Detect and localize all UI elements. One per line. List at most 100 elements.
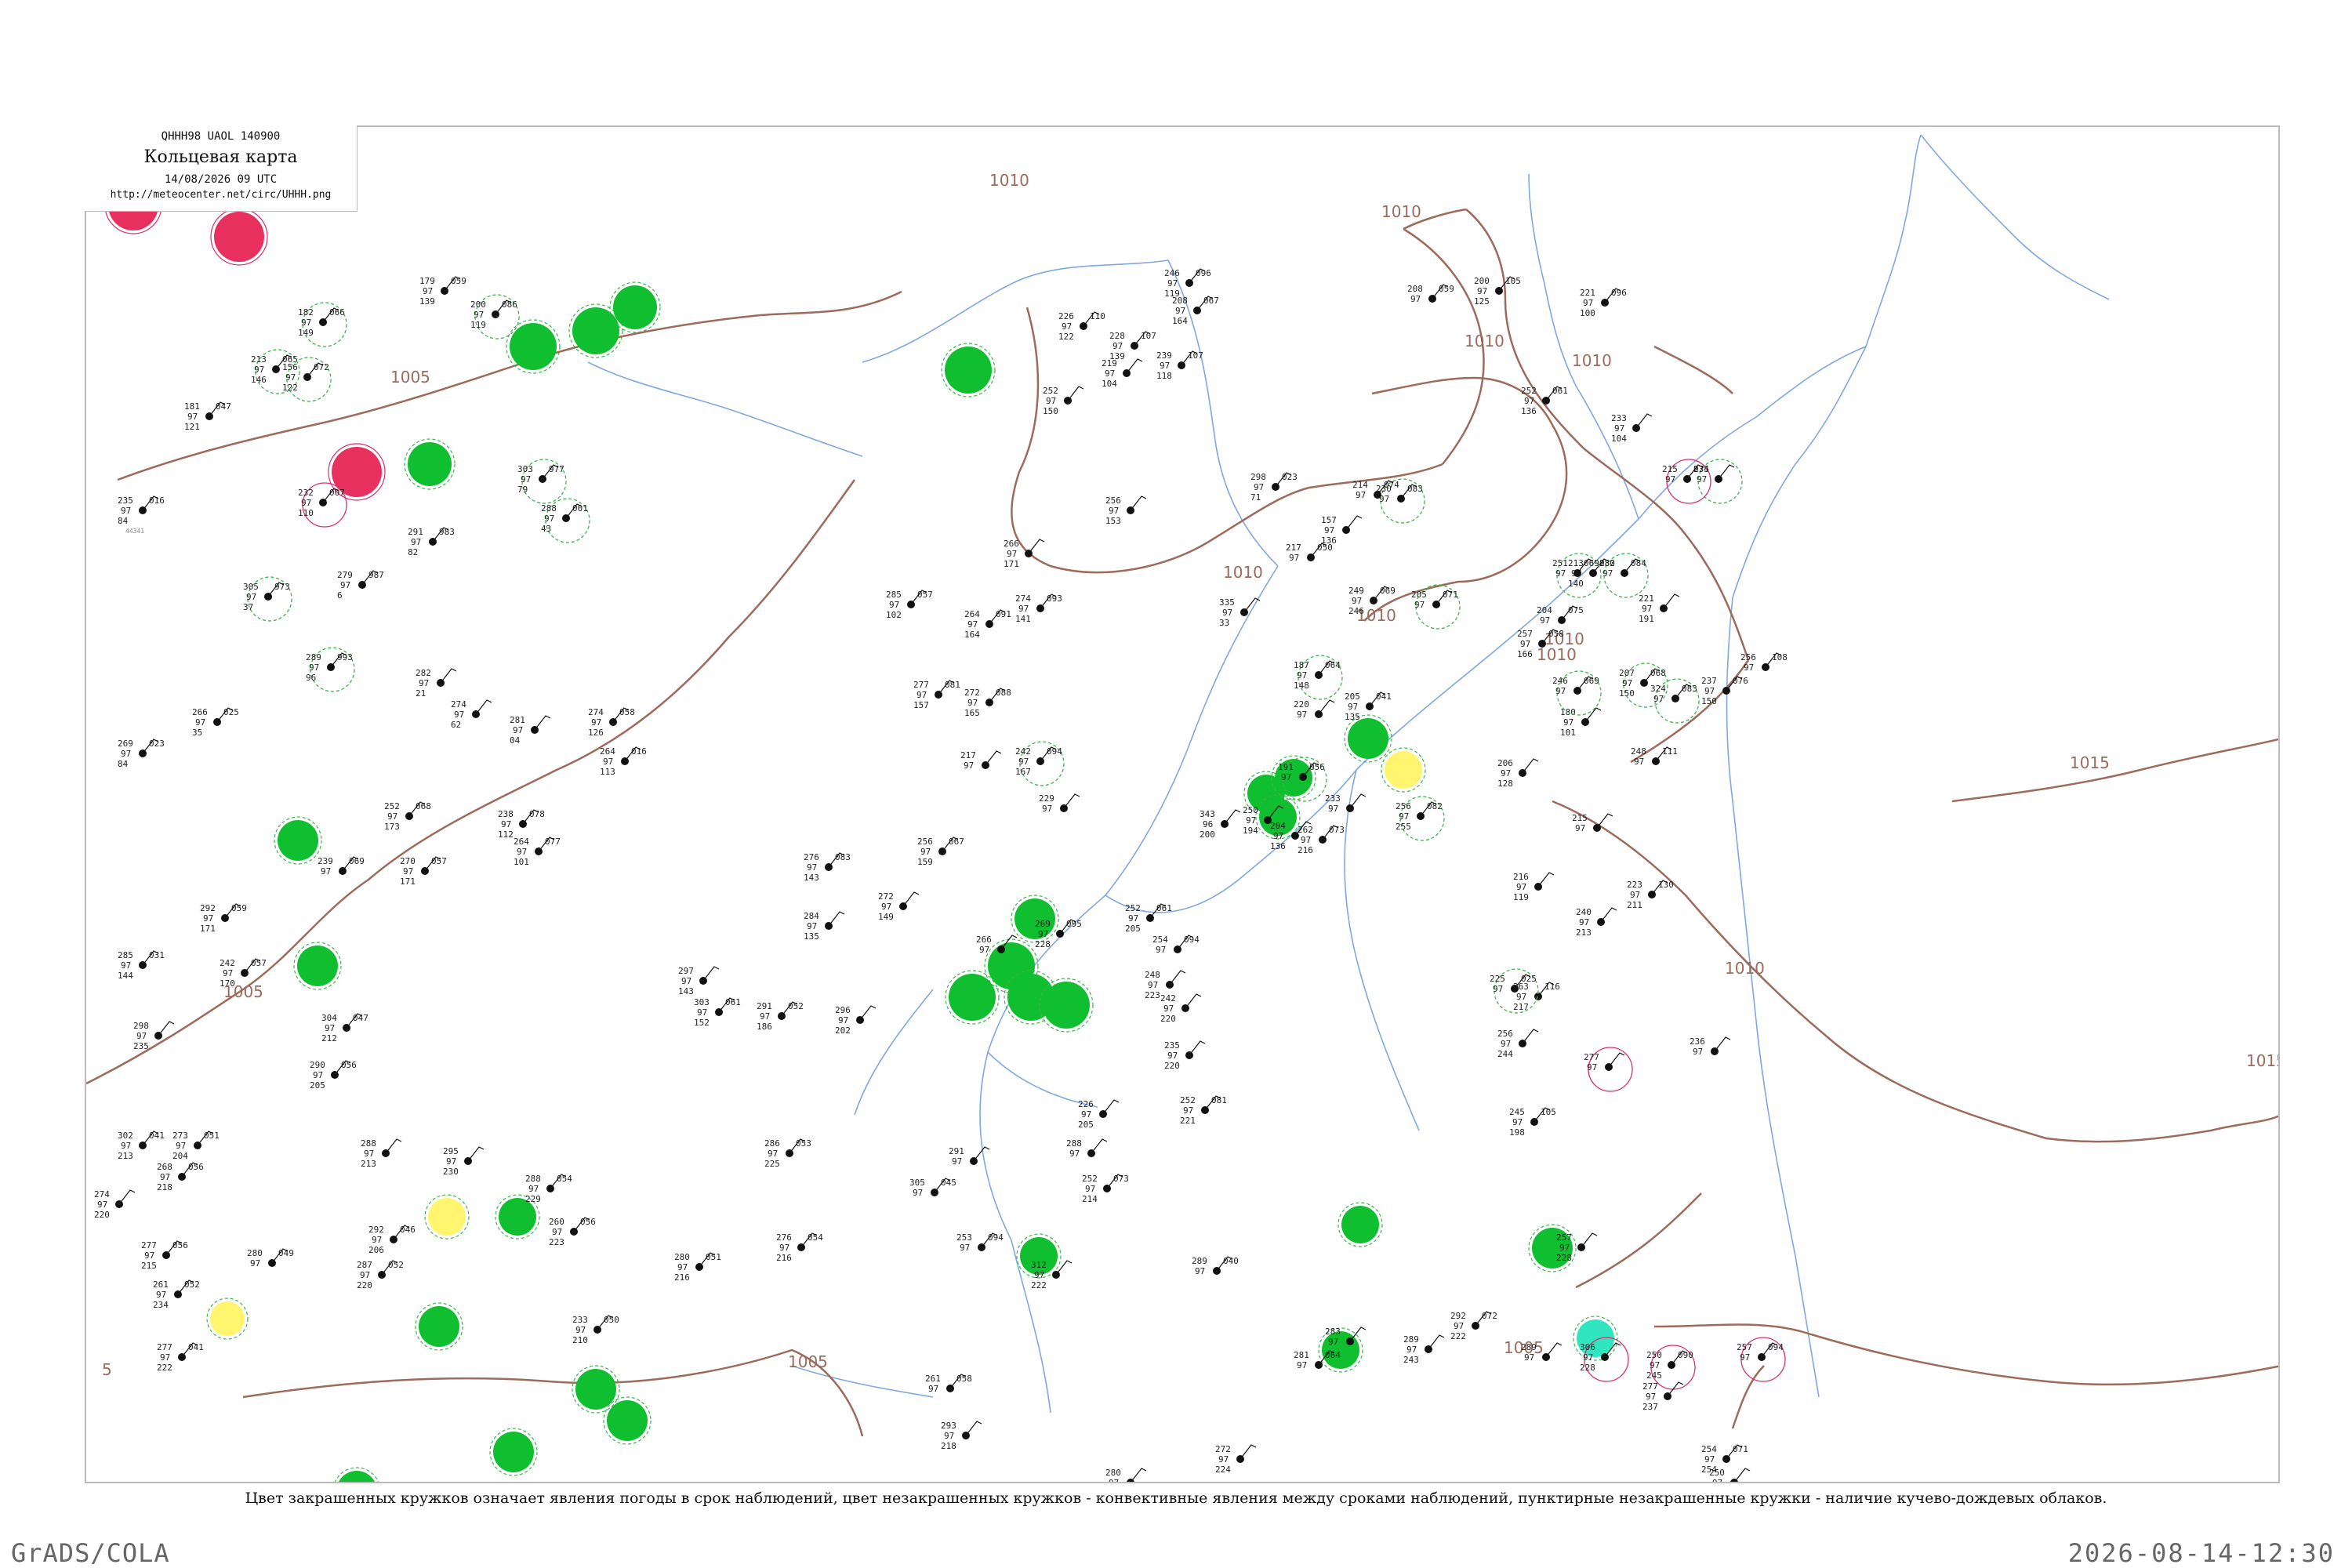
station-plot[interactable]: 24097213 [1576,907,1617,938]
station-plot[interactable]: 2919782 983 [408,527,455,557]
station-plot[interactable]: 25297221 081 [1180,1095,1227,1126]
station-plot[interactable]: 29797143 [678,966,720,996]
station-plot[interactable]: 27297224 [1215,1444,1257,1475]
station-plot[interactable]: 29297206 046 [368,1225,416,1255]
station-plot[interactable]: 27097171 057 [400,856,447,887]
station-plot[interactable]: 29597230 [443,1146,485,1177]
station-plot[interactable]: 2899796 993 [306,647,355,692]
station-plot[interactable]: 23397104 [1611,413,1653,444]
station-plot[interactable]: 18197121 047 [184,401,231,432]
station-plot[interactable]: 25297205 061 [1125,903,1172,934]
station-plot[interactable]: 25297150 [1043,386,1084,416]
station-plot[interactable]: 20897 059 [1407,284,1454,304]
station-plot[interactable]: 22697122 110 [1058,311,1105,342]
station-plot[interactable]: 22197100 096 [1580,288,1627,318]
station-plot[interactable]: 25797 094 [1737,1337,1786,1382]
station-plot[interactable]: 2819704 [510,715,551,746]
station-plot[interactable]: 23297110 007 [298,482,347,528]
station-plot[interactable]: 15697122 072 [282,357,332,402]
station-plot[interactable]: 26097223 056 [549,1217,596,1247]
station-plot[interactable]: 21797 [960,750,1002,771]
station-plot[interactable]: 28597144 031 [118,950,165,981]
station-plot[interactable]: 26497164 091 [964,609,1011,640]
station-plot[interactable]: 27797 [1584,1047,1633,1092]
station-plot[interactable]: 27697216 054 [776,1232,823,1263]
station-plot[interactable]: 27497126 058 [588,707,635,738]
station-plot[interactable]: 20597135 041 [1345,691,1392,722]
station-plot[interactable]: 28997 040 [1192,1256,1239,1276]
station-plot[interactable]: 28897229 054 [525,1174,572,1204]
station-plot[interactable]: 20497 075 [1537,605,1584,626]
station-plot[interactable]: 2989771 023 [1250,472,1298,503]
rain-weather-marker[interactable] [1348,718,1388,759]
rain-weather-marker[interactable] [510,323,557,370]
station-plot[interactable]: 24297167 094 [1015,741,1065,786]
station-plot[interactable]: 20597 071 [1411,584,1461,630]
station-plot[interactable]: 22397211 130 [1627,880,1674,910]
station-plot[interactable]: 23097 083 [1376,478,1425,524]
rain-weather-marker[interactable] [572,307,619,354]
station-plot[interactable]: 28797220 052 [357,1260,404,1290]
rain-weather-marker[interactable] [493,1432,534,1472]
station-plot[interactable]: 18297149 066 [298,302,347,347]
station-plot[interactable]: 34396200 [1200,809,1241,840]
station-plot[interactable]: 20097119 086 [470,294,520,339]
station-plot[interactable]: 25697159 067 [917,837,964,867]
station-plot[interactable]: 2749762 [451,699,492,730]
station-plot[interactable]: 26697171 [1004,539,1045,569]
station-plot[interactable]: 15797136 [1321,515,1363,546]
thunder-weather-marker[interactable] [214,212,264,262]
station-plot[interactable]: 25497254071 [1701,1444,1748,1475]
station-plot[interactable]: 23097 084 [1599,553,1649,598]
source-url[interactable]: http://meteocenter.net/circ/UHHH.png [85,189,357,201]
station-plot[interactable]: 2889743 001 [541,498,590,543]
haze-weather-marker[interactable] [1385,751,1422,789]
rain-weather-marker[interactable] [945,347,992,394]
station-plot[interactable]: 23397 [1325,793,1367,814]
station-plot[interactable]: 26897218 056 [157,1162,204,1192]
station-plot[interactable]: 25697 108 [1740,652,1788,673]
station-plot[interactable]: 30397152 061 [694,997,741,1028]
station-plot[interactable]: 29197186 052 [757,1001,804,1032]
station-plot[interactable]: 27397204 051 [172,1131,220,1161]
station-plot[interactable]: 18097101 [1560,707,1602,738]
station-plot[interactable]: 27497141 093 [1015,593,1062,624]
station-plot[interactable]: 28697225 053 [764,1138,811,1169]
station-plot[interactable]: 27797222 041 [157,1342,204,1373]
haze-weather-marker[interactable] [428,1198,466,1236]
station-plot[interactable]: 24897 111 [1631,746,1678,767]
rain-weather-marker[interactable] [278,820,318,861]
station-plot[interactable]: 20697128 [1497,758,1539,789]
station-plot[interactable]: 23997118 107 [1156,350,1203,381]
station-plot[interactable]: 32497 083 [1650,678,1700,724]
station-plot[interactable]: 25697244 [1497,1029,1539,1059]
station-plot[interactable]: 17997139 059 [419,276,466,307]
station-plot[interactable]: 3059737 973 [243,576,292,622]
station-plot[interactable]: 25697255 082 [1396,796,1445,841]
station-plot[interactable]: 24697119 096 [1164,268,1211,299]
rain-weather-marker[interactable] [949,974,996,1021]
station-plot[interactable]: 2669735 025 [192,707,239,738]
station-plot[interactable]: 24297220 [1160,993,1202,1024]
station-plot[interactable]: 25497 094 [1152,935,1200,955]
station-plot[interactable]: 21697119 [1513,872,1555,902]
haze-weather-marker[interactable] [210,1301,245,1336]
station-plot[interactable]: 29297222 072 [1450,1311,1497,1341]
rain-weather-marker[interactable] [575,1369,616,1410]
station-plot[interactable]: 2829721 [416,668,457,699]
station-plot[interactable]: 21997104 [1102,358,1143,389]
station-plot[interactable]: 28897 [1066,1138,1108,1159]
station-plot[interactable]: 22997 [1039,793,1080,814]
station-plot[interactable]: 18797148 064 [1294,655,1343,700]
rain-weather-marker[interactable] [607,1400,648,1441]
rain-weather-marker[interactable] [1341,1206,1379,1243]
rain-weather-marker[interactable] [408,442,452,486]
station-plot[interactable]: 26197 058 [925,1374,972,1394]
station-plot[interactable]: 28097216 051 [674,1252,721,1283]
station-plot[interactable]: 28997243 [1403,1334,1445,1365]
station-plot[interactable]: 25297214 073 [1082,1174,1129,1204]
station-plot[interactable]: 20897164067 [1172,296,1219,326]
station-plot[interactable]: 28097 049 [247,1248,294,1269]
station-plot[interactable]: 27797215 056 [141,1240,188,1271]
station-plot[interactable]: 3039779 977 [517,459,567,504]
